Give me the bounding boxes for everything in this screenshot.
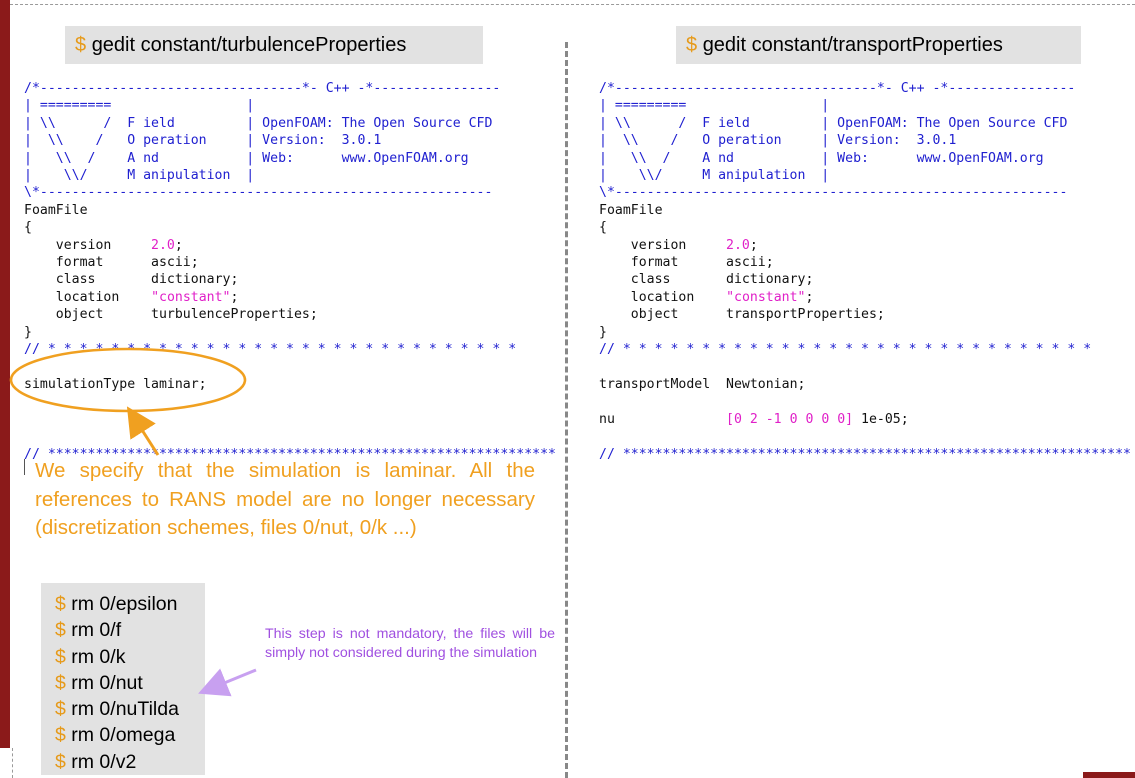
annotation-overlay <box>9 347 257 697</box>
note-arrow-icon <box>126 406 160 456</box>
tip-arrow-icon <box>198 668 257 697</box>
highlight-ellipse <box>9 347 247 413</box>
